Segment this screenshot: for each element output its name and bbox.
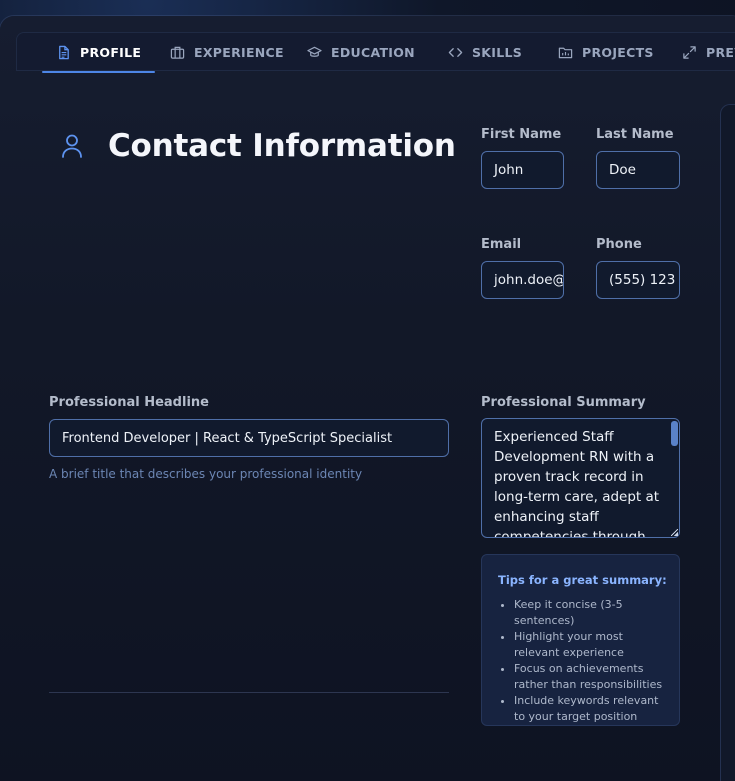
last-name-field[interactable]: Doe	[596, 151, 680, 189]
headline-label: Professional Headline	[49, 395, 209, 410]
summary-label: Professional Summary	[481, 395, 646, 410]
email-label: Email	[481, 237, 522, 252]
section-title: Contact Information	[108, 128, 456, 164]
tab-label: SKILLS	[472, 44, 523, 60]
tab-bar: PROFILE EXPERIENCE EDUCATION SKILLS PROJ…	[16, 32, 735, 73]
tab-profile[interactable]: PROFILE	[41, 33, 156, 73]
tab-label: EXPERIENCE	[194, 44, 284, 60]
tip-item: Keep it concise (3-5 sentences)	[514, 597, 667, 629]
headline-input[interactable]: Frontend Developer | React & TypeScript …	[49, 419, 449, 457]
user-icon	[62, 134, 82, 158]
tab-label: PREV	[706, 44, 735, 60]
expand-icon	[683, 45, 696, 59]
email-field[interactable]: john.doe@	[481, 261, 564, 299]
tip-item: Focus on achievements rather than respon…	[514, 661, 667, 693]
tab-label: EDUCATION	[331, 44, 415, 60]
code-icon	[448, 47, 463, 57]
first-name-label: First Name	[481, 127, 562, 142]
last-name-label: Last Name	[596, 127, 674, 142]
preview-panel-edge	[720, 104, 735, 781]
tab-projects[interactable]: PROJECTS	[558, 33, 654, 71]
tips-title: Tips for a great summary:	[498, 573, 667, 587]
phone-field[interactable]: (555) 123	[596, 261, 680, 299]
folder-icon	[558, 47, 573, 58]
tip-item: Include keywords relevant to your target…	[514, 693, 667, 725]
graduation-cap-icon	[307, 46, 322, 57]
phone-label: Phone	[596, 237, 642, 252]
first-name-field[interactable]: John	[481, 151, 564, 189]
summary-textarea[interactable]: Experienced Staff Development RN with a …	[481, 418, 680, 538]
tab-skills[interactable]: SKILLS	[448, 33, 522, 71]
tab-label: PROJECTS	[582, 44, 654, 60]
document-icon	[59, 45, 69, 59]
headline-hint: A brief title that describes your profes…	[49, 467, 363, 481]
briefcase-icon	[170, 46, 185, 59]
tip-item: Highlight your most relevant experience	[514, 629, 667, 661]
textarea-resize-handle[interactable]	[671, 529, 678, 536]
tips-list: Keep it concise (3-5 sentences) Highligh…	[498, 597, 667, 725]
tab-label: PROFILE	[80, 44, 142, 60]
summary-scrollbar[interactable]	[671, 421, 678, 446]
tab-education[interactable]: EDUCATION	[307, 33, 415, 71]
tips-box: Tips for a great summary: Keep it concis…	[481, 554, 680, 726]
tab-experience[interactable]: EXPERIENCE	[170, 33, 284, 71]
section-header: Contact Information	[60, 128, 456, 164]
section-divider	[49, 692, 449, 693]
tab-preview[interactable]: PREV	[682, 33, 735, 71]
